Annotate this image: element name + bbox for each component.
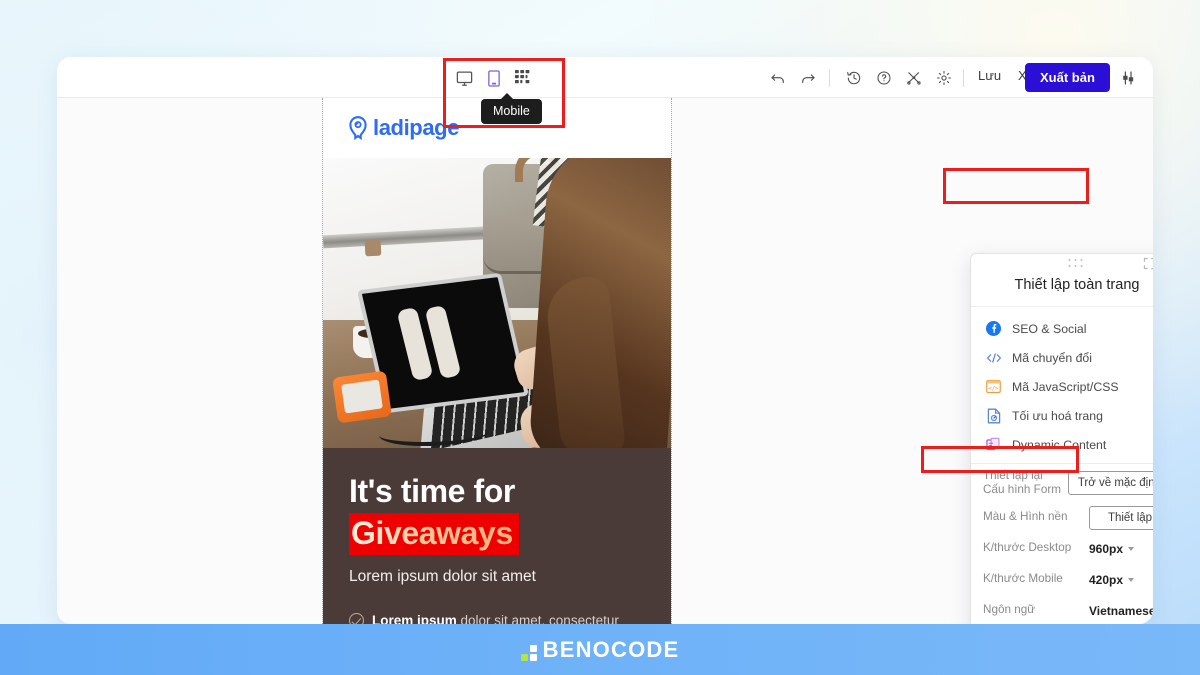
menu-item-javascript-css[interactable]: </> Mã JavaScript/CSS — [971, 372, 1153, 401]
benocode-footer-banner: BENOCODE — [0, 624, 1200, 675]
benocode-squares-icon — [520, 644, 537, 661]
undo-button[interactable] — [767, 67, 789, 89]
ladipage-logo-text: ladipage — [373, 115, 460, 140]
mobile-view-button[interactable] — [483, 67, 505, 89]
blocks-view-button[interactable] — [512, 67, 534, 89]
check-circle-icon — [349, 613, 364, 624]
facebook-icon — [985, 320, 1002, 337]
drag-handle-icon[interactable] — [1068, 259, 1086, 268]
panel-menu-list: SEO & Social Mã chuyển đổi </> Mã JavaSc… — [971, 307, 1153, 463]
hero-text-block: It's time for Giveaways Lorem ipsum dolo… — [323, 448, 671, 624]
toolbar-divider-2 — [963, 69, 964, 87]
top-toolbar: Lưu Xem trước Xuất bản — [57, 57, 1153, 98]
ladipage-logo: ladipage — [347, 115, 459, 141]
menu-item-seo-social[interactable]: SEO & Social — [971, 314, 1153, 343]
svg-text:</>: </> — [988, 386, 999, 392]
background-setup-button[interactable]: Thiết lập — [1089, 505, 1153, 530]
hero-bullet-bold: Lorem ipsum — [372, 613, 457, 624]
mobile-preview-frame: ladipage It's time for Giveaways Lorem i… — [322, 98, 672, 624]
app-window: Lưu Xem trước Xuất bản — [57, 57, 1153, 624]
editor-canvas: ladipage It's time for Giveaways Lorem i… — [57, 98, 1153, 624]
menu-item-label: Tối ưu hoá trang — [1012, 408, 1103, 423]
expand-icon[interactable] — [1143, 257, 1153, 271]
setting-label: K/thước Mobile — [983, 572, 1063, 586]
reset-form-button[interactable]: Trở về mặc định — [1067, 471, 1153, 495]
page-settings-panel: Thiết lập toàn trang SEO & Social Mã chu… — [970, 253, 1153, 624]
adjust-sliders-button[interactable] — [1117, 67, 1139, 89]
setting-label: Ngôn ngữ — [983, 603, 1036, 617]
setting-row-reset-form: Thiết lập lại Cấu hình Form Trở về mặc đ… — [971, 464, 1153, 502]
document-speed-icon — [985, 407, 1002, 424]
gear-button[interactable] — [933, 67, 955, 89]
hero-subtitle: Lorem ipsum dolor sit amet — [349, 568, 536, 586]
help-button[interactable] — [873, 67, 895, 89]
toolbar-divider-1 — [829, 69, 830, 87]
device-switcher-group — [453, 63, 543, 93]
hero-headline-line1: It's time for — [349, 473, 515, 509]
panel-title: Thiết lập toàn trang — [1014, 277, 1140, 293]
publish-button[interactable]: Xuất bản — [1025, 63, 1110, 92]
desktop-width-value: 960px — [1089, 541, 1124, 556]
menu-item-label: Mã JavaScript/CSS — [1012, 379, 1119, 394]
hero-bullet-rest: dolor sit amet, consectetur — [456, 613, 619, 624]
hero-bullet-item: Lorem ipsum dolor sit amet, consectetur — [349, 613, 645, 624]
chevron-down-icon — [1128, 547, 1135, 551]
language-value: Vietnamese — [1089, 603, 1153, 618]
menu-item-label: Dynamic Content — [1012, 437, 1107, 452]
hero-headline-line2: Giveaways — [349, 512, 519, 556]
panel-settings-rows: Thiết lập lại Cấu hình Form Trở về mặc đ… — [971, 464, 1153, 624]
setting-label: K/thước Desktop — [983, 541, 1072, 555]
desktop-width-select[interactable]: 960px — [1089, 542, 1153, 556]
benocode-brand-text: BENOCODE — [542, 636, 680, 662]
code-brackets-icon — [985, 349, 1002, 366]
ladipage-rocket-icon — [349, 116, 367, 140]
panel-titlebar — [971, 254, 1153, 271]
setting-row-background: Màu & Hình nền Thiết lập — [971, 502, 1153, 533]
mobile-tooltip: Mobile — [481, 93, 542, 124]
hero-photo — [323, 158, 671, 448]
chevron-down-icon — [1128, 578, 1135, 582]
hero-headline-highlight-wrap: Giveaways — [349, 512, 519, 556]
menu-item-label: SEO & Social — [1012, 321, 1087, 336]
setting-label: Thiết lập lại Cấu hình Form — [983, 468, 1061, 496]
setting-row-language: Ngôn ngữ Vietnamese — [971, 595, 1153, 624]
menu-item-label: Mã chuyển đổi — [1012, 350, 1092, 365]
history-button[interactable] — [843, 67, 865, 89]
menu-item-dynamic-content[interactable]: Dynamic Content — [971, 430, 1153, 459]
mobile-width-select[interactable]: 420px — [1089, 573, 1153, 587]
save-button[interactable]: Lưu — [978, 68, 1001, 83]
language-select[interactable]: Vietnamese — [1089, 604, 1153, 618]
layers-icon — [985, 436, 1002, 453]
menu-item-page-optimization[interactable]: Tối ưu hoá trang — [971, 401, 1153, 430]
setting-label: Màu & Hình nền — [983, 510, 1068, 524]
code-window-icon: </> — [985, 378, 1002, 395]
setting-row-mobile-width: K/thước Mobile 420px — [971, 564, 1153, 595]
desktop-view-button[interactable] — [453, 67, 475, 89]
setting-row-desktop-width: K/thước Desktop 960px — [971, 533, 1153, 564]
mobile-width-value: 420px — [1089, 572, 1124, 587]
menu-item-conversion-code[interactable]: Mã chuyển đổi — [971, 343, 1153, 372]
redo-button[interactable] — [797, 67, 819, 89]
magic-tools-button[interactable] — [903, 67, 925, 89]
